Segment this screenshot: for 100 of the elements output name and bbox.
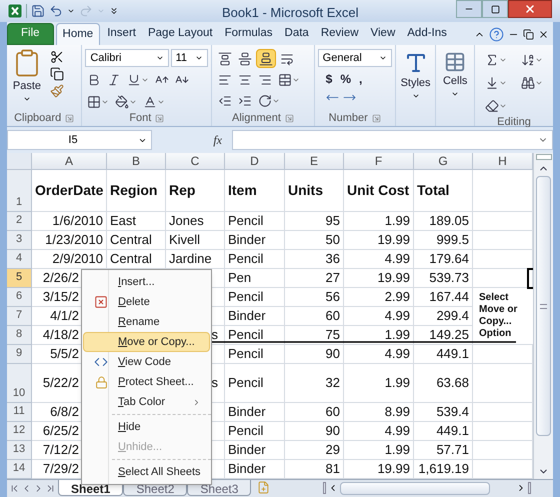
lock-icon [94, 376, 108, 388]
group-label: Editing [497, 115, 531, 130]
table-cell: 4.99 [344, 307, 414, 326]
table-cell: 90 [285, 345, 344, 364]
table-cell: 60 [285, 403, 344, 422]
ribbon-tab[interactable]: Insert [102, 23, 141, 45]
caret-icon[interactable] [67, 7, 75, 15]
row-header[interactable]: 7 [7, 307, 32, 326]
table-cell: Rep [166, 170, 225, 212]
group-label: Font [129, 111, 152, 126]
table-cell: 1.99 [344, 212, 414, 231]
last-sheet-icon[interactable] [45, 482, 56, 494]
launcher-icon[interactable] [284, 114, 294, 123]
row-header[interactable]: 2 [7, 212, 32, 231]
row-header[interactable]: 13 [7, 441, 32, 460]
ribbon-tab[interactable]: View [366, 23, 400, 45]
sort-filter-icon [521, 52, 535, 66]
table-cell: 90 [285, 422, 344, 441]
cells-button[interactable]: Cells [436, 45, 474, 111]
styles-button[interactable]: Styles [396, 45, 436, 111]
undo-icon[interactable] [49, 4, 63, 18]
ribbon-tab[interactable]: Formulas [220, 23, 278, 45]
column-header[interactable]: C [166, 153, 225, 170]
row-header[interactable]: 4 [7, 250, 32, 269]
table-cell: Region [107, 170, 166, 212]
scroll-thumb[interactable] [536, 176, 551, 436]
launcher-icon[interactable] [155, 114, 164, 123]
column-header[interactable]: D [225, 153, 285, 170]
help-icon[interactable] [489, 26, 504, 42]
font-name-field[interactable]: Calibri [85, 49, 169, 67]
annotation-text: Select Move or Copy... Option [479, 292, 518, 340]
borders-icon [87, 94, 102, 108]
name-box[interactable]: I5 [7, 130, 152, 150]
vertical-align-button[interactable] [256, 49, 276, 68]
format-painter-icon[interactable] [50, 84, 64, 98]
row-header[interactable]: 12 [7, 422, 32, 441]
table-cell: Pencil [225, 212, 285, 231]
launcher-icon[interactable] [372, 114, 381, 123]
first-sheet-icon[interactable] [9, 482, 20, 494]
underline-icon [127, 72, 142, 86]
row-header[interactable]: 3 [7, 231, 32, 250]
restore-icon[interactable] [523, 28, 534, 40]
excel-logo-icon[interactable] [8, 4, 22, 18]
row-header[interactable]: 11 [7, 403, 32, 422]
maximize-icon [490, 4, 500, 14]
column-header[interactable]: A [32, 153, 107, 170]
ribbon-tab[interactable]: Page Layout [142, 23, 218, 45]
ribbon-tab[interactable]: Review [316, 23, 364, 45]
row-header[interactable]: 1 [7, 170, 32, 212]
close-icon[interactable] [538, 28, 549, 40]
row-header[interactable]: 14 [7, 460, 32, 479]
column-header[interactable]: B [107, 153, 166, 170]
table-cell: 29 [285, 441, 344, 460]
menu-item[interactable]: Move or Copy... [83, 332, 210, 352]
ribbon-tab[interactable]: Home [56, 23, 100, 45]
align-right-icon [258, 72, 272, 86]
table-cell: 95 [285, 212, 344, 231]
column-header[interactable]: H [473, 153, 533, 170]
table-cell: Jones [166, 212, 225, 231]
find-icon [521, 76, 535, 90]
customize-icon[interactable] [109, 6, 119, 16]
bold-icon [87, 72, 102, 86]
formula-field[interactable] [232, 130, 553, 150]
merge-icon [278, 72, 292, 86]
horizontal-scrollbar[interactable] [321, 480, 533, 496]
scroll-thumb[interactable] [340, 482, 490, 494]
row-header[interactable]: 5 [7, 269, 32, 288]
group-label: Clipboard [14, 111, 62, 126]
ribbon-tab[interactable]: Data [280, 23, 314, 45]
number-style-button[interactable]: , [359, 70, 362, 88]
number-style-button[interactable]: $ [326, 70, 332, 88]
column-header[interactable]: F [344, 153, 414, 170]
font-color-icon [143, 94, 158, 108]
table-cell: Pen [225, 269, 285, 288]
column-header[interactable]: G [414, 153, 473, 170]
table-cell: 189.05 [414, 212, 473, 231]
copy-icon[interactable] [50, 67, 64, 81]
number-style-button[interactable]: % [340, 70, 352, 88]
launcher-icon[interactable] [65, 114, 74, 123]
table-cell: 8.99 [344, 403, 414, 422]
row-header[interactable]: 8 [7, 326, 32, 345]
number-format-field[interactable]: General [318, 49, 392, 67]
font-size-field[interactable]: 11 [170, 49, 208, 67]
row-header[interactable]: 9 [7, 345, 32, 364]
row-header[interactable]: 10 [7, 364, 32, 403]
table-cell: Item [225, 170, 285, 212]
paste-button[interactable]: Paste [10, 48, 44, 102]
column-header[interactable]: E [285, 153, 344, 170]
ribbon-tab[interactable]: Add-Ins [402, 23, 452, 45]
vertical-scrollbar[interactable] [533, 153, 553, 479]
close-button[interactable] [508, 0, 552, 18]
row-header[interactable]: 6 [7, 288, 32, 307]
table-cell: 167.44 [414, 288, 473, 307]
table-cell: 27 [285, 269, 344, 288]
ribbon-tab[interactable]: File [7, 23, 54, 45]
maximize-button[interactable] [482, 0, 508, 18]
cut-icon[interactable] [50, 50, 64, 64]
save-icon[interactable] [31, 4, 45, 18]
fx-button[interactable]: fx [154, 130, 230, 150]
table-icon [444, 51, 466, 73]
